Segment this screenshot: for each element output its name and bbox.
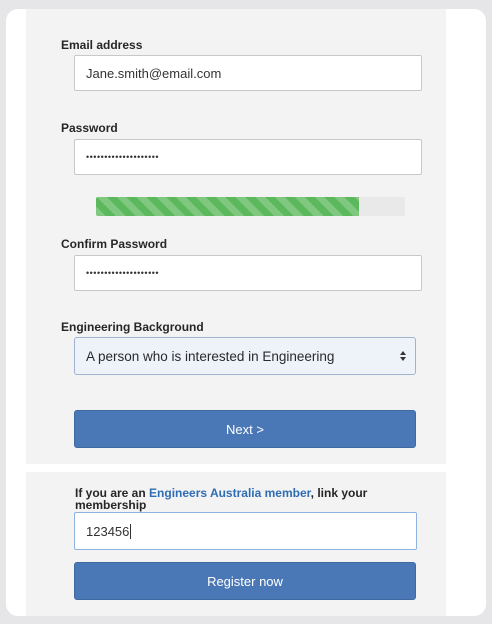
email-field[interactable]: Jane.smith@email.com xyxy=(74,55,422,91)
confirm-password-label: Confirm Password xyxy=(61,237,168,251)
confirm-password-value: •••••••••••••••••••• xyxy=(86,268,160,278)
engineering-background-label: Engineering Background xyxy=(61,320,204,334)
password-label: Password xyxy=(61,121,118,135)
password-strength-fill xyxy=(96,197,359,216)
password-strength-meter xyxy=(96,197,405,216)
membership-number-input[interactable]: 123456 xyxy=(74,512,417,550)
email-value: Jane.smith@email.com xyxy=(86,65,222,81)
membership-number-value: 123456 xyxy=(86,523,130,539)
membership-prompt: If you are an Engineers Australia member… xyxy=(75,487,420,511)
password-value: •••••••••••••••••••• xyxy=(86,152,160,162)
engineers-australia-link[interactable]: Engineers Australia member xyxy=(149,486,311,500)
email-label: Email address xyxy=(61,38,143,52)
select-arrows-icon xyxy=(399,348,407,364)
next-button[interactable]: Next > xyxy=(74,410,416,448)
confirm-password-field[interactable]: •••••••••••••••••••• xyxy=(74,255,422,291)
text-caret xyxy=(130,523,132,539)
register-now-button[interactable]: Register now xyxy=(74,562,416,600)
engineering-background-select[interactable]: A person who is interested in Engineerin… xyxy=(74,337,416,375)
password-field[interactable]: •••••••••••••••••••• xyxy=(74,139,422,175)
registration-card: Email address Jane.smith@email.com Passw… xyxy=(6,9,486,616)
engineering-background-value: A person who is interested in Engineerin… xyxy=(86,348,335,364)
